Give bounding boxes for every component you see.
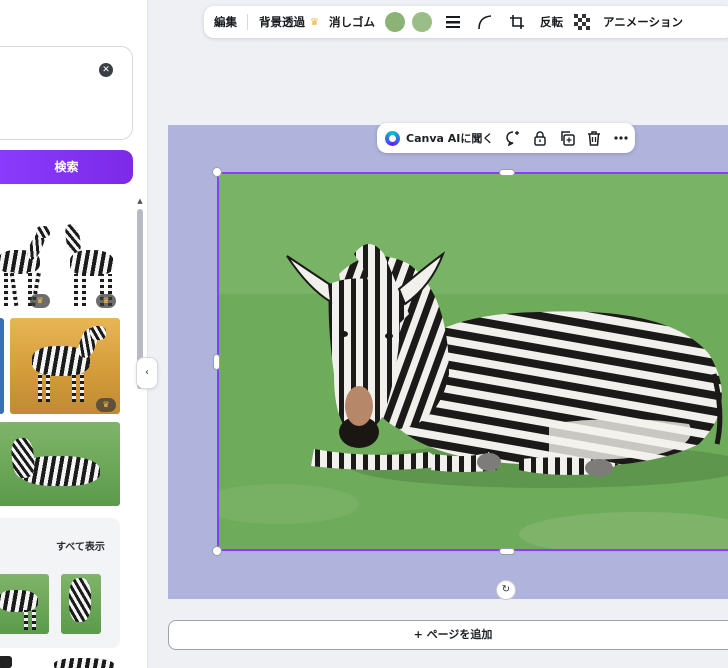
left-panel: ✕ 検索 ♛ ♛ ♛ すべて表示 ▲ bbox=[0, 0, 148, 668]
image-toolbar: 編集 背景透過 ♛ 消しゴム 反転 アニメーション bbox=[204, 6, 728, 38]
eraser-button[interactable]: 消しゴム bbox=[329, 6, 385, 38]
crown-icon: ♛ bbox=[96, 294, 116, 308]
color-swatch[interactable] bbox=[384, 12, 405, 32]
search-button[interactable]: 検索 bbox=[0, 150, 133, 184]
zebra-lying-image bbox=[219, 174, 728, 549]
resize-handle[interactable] bbox=[212, 167, 222, 177]
image-result[interactable] bbox=[48, 656, 118, 668]
resize-handle[interactable] bbox=[499, 548, 515, 555]
see-all-link[interactable]: すべて表示 bbox=[56, 538, 105, 553]
more-icon[interactable] bbox=[613, 130, 629, 146]
selected-zebra-photo[interactable] bbox=[217, 172, 728, 551]
animation-label: アニメーション bbox=[602, 15, 684, 29]
rotate-icon[interactable]: ↻ bbox=[496, 580, 516, 600]
ask-canva-ai-button[interactable]: Canva AIに聞く bbox=[406, 130, 493, 146]
bg-remove-label: 背景透過 bbox=[259, 15, 305, 29]
duplicate-icon[interactable] bbox=[559, 130, 576, 146]
edit-label: 編集 bbox=[214, 15, 237, 29]
resize-handle[interactable] bbox=[212, 546, 222, 556]
scroll-up-icon[interactable]: ▲ bbox=[136, 197, 144, 205]
flip-label: 反転 bbox=[539, 15, 563, 29]
animation-button[interactable]: アニメーション bbox=[603, 6, 693, 38]
transparency-icon[interactable] bbox=[573, 13, 591, 31]
image-result[interactable]: ♛ bbox=[10, 318, 120, 414]
image-result[interactable]: ♛ bbox=[62, 220, 122, 312]
image-result[interactable] bbox=[0, 574, 49, 634]
image-result[interactable] bbox=[0, 656, 12, 668]
close-circle-icon[interactable]: ✕ bbox=[99, 63, 113, 77]
resize-handle[interactable] bbox=[499, 169, 515, 176]
crown-icon: ♛ bbox=[30, 294, 50, 308]
crop-icon[interactable] bbox=[508, 13, 526, 31]
corner-radius-icon[interactable] bbox=[476, 13, 494, 31]
context-toolbar: Canva AIに聞く bbox=[377, 123, 635, 153]
add-page-button[interactable]: + ページを追加 bbox=[168, 620, 728, 650]
color-swatch[interactable] bbox=[411, 12, 432, 32]
image-result[interactable] bbox=[0, 318, 4, 414]
edit-button[interactable]: 編集 bbox=[214, 6, 247, 38]
chevron-left-icon[interactable]: ‹ bbox=[136, 357, 158, 389]
image-result[interactable] bbox=[0, 422, 120, 506]
image-result[interactable]: ♛ bbox=[0, 220, 58, 312]
crown-icon: ♛ bbox=[96, 398, 116, 412]
image-result[interactable] bbox=[61, 574, 101, 634]
eraser-label: 消しゴム bbox=[328, 15, 375, 29]
lines-icon[interactable] bbox=[444, 13, 462, 31]
lock-icon[interactable] bbox=[532, 130, 548, 146]
toolbar-divider bbox=[247, 14, 248, 30]
canva-ai-icon bbox=[385, 130, 400, 146]
flip-button[interactable]: 反転 bbox=[540, 6, 573, 38]
resize-handle[interactable] bbox=[213, 354, 220, 370]
bg-remove-button[interactable]: 背景透過 ♛ bbox=[259, 6, 329, 38]
search-input[interactable] bbox=[0, 46, 133, 140]
crown-icon: ♛ bbox=[310, 16, 319, 28]
trash-icon[interactable] bbox=[586, 130, 602, 146]
comment-add-icon[interactable] bbox=[505, 130, 521, 146]
